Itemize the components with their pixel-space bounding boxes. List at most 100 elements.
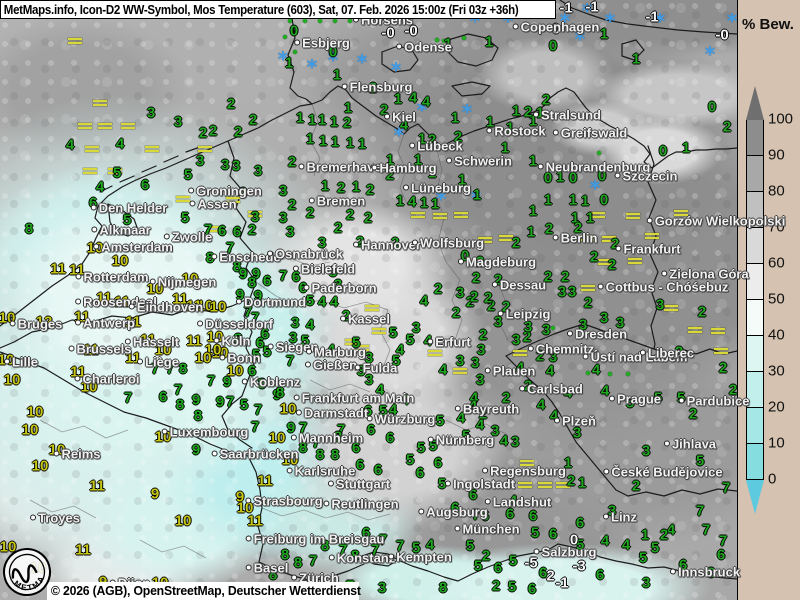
city-marker-icon <box>384 114 390 120</box>
city-label: Antwerp <box>75 316 135 331</box>
city-name: Troyes <box>38 511 80 526</box>
city-label: Frankfurt am Main <box>294 391 415 406</box>
temperature-value: 3 <box>378 580 386 597</box>
temperature-value: 2 <box>452 305 460 322</box>
temperature-value: 3 <box>456 353 464 370</box>
city-marker-icon <box>188 188 194 194</box>
temperature-value: 11 <box>75 542 91 559</box>
temperature-value: 3 <box>511 434 519 451</box>
city-label: Liège <box>137 355 179 370</box>
temperature-value: 7 <box>722 480 730 497</box>
temperature-value: 4 <box>476 417 484 434</box>
temperature-value: 2 <box>482 548 490 565</box>
city-marker-icon <box>554 418 560 424</box>
temperature-value: 4 <box>622 537 630 554</box>
drizzle-symbol-icon <box>318 19 322 23</box>
city-marker-icon <box>294 395 300 401</box>
temperature-value: 11 <box>89 478 105 495</box>
drizzle-symbol-icon <box>333 19 337 23</box>
temperature-value: 10 <box>269 430 286 447</box>
temperature-value: 5 <box>184 167 192 184</box>
city-name: Nürnberg <box>436 433 495 448</box>
city-label: Berlin <box>553 231 598 246</box>
temperature-value: 10 <box>4 372 21 389</box>
temperature-value: 10 <box>112 253 129 270</box>
temperature-value: 2 <box>234 124 242 141</box>
city-marker-icon <box>498 311 504 317</box>
city-name: Antwerp <box>83 316 135 331</box>
city-label: Plzeň <box>554 414 596 429</box>
temperature-value: 6 <box>356 457 364 474</box>
temperature-value: 2 <box>470 289 478 306</box>
city-name: Schwerin <box>454 154 512 169</box>
city-label: Esbjerg <box>294 36 350 51</box>
temperature-value: 4 <box>116 136 124 153</box>
city-label: Assen <box>189 197 236 212</box>
fog-symbol-icon <box>538 482 552 490</box>
city-name: Innsbruck <box>678 565 740 580</box>
colorbar-tick-label: 60 <box>768 255 785 272</box>
drizzle-symbol-icon <box>348 19 352 23</box>
temperature-value: 6 <box>434 455 442 472</box>
city-label: Gießen <box>305 358 357 373</box>
city-label: Lübeck <box>409 139 463 154</box>
city-name: Stralsund <box>541 108 601 123</box>
city-name: Dresden <box>575 327 627 342</box>
temperature-value: 1 <box>473 187 481 204</box>
city-label: Dessau <box>492 278 546 293</box>
city-name: Augsburg <box>426 505 487 520</box>
colorbar-segment <box>747 407 763 443</box>
temperature-value: 1 <box>641 527 649 544</box>
city-name: Jihlava <box>672 437 716 452</box>
fog-symbol-icon <box>664 305 678 313</box>
temperature-value: 1 <box>586 210 594 227</box>
city-name: Carlsbad <box>527 382 583 397</box>
temperature-value: 5 <box>639 550 647 567</box>
map-title: MetMaps.info, Icon-D2 WW-Symbol, Mos Tem… <box>1 2 518 17</box>
weather-map-screenshot: 00-0-01101-1-1-1-01001021121442111112111… <box>0 0 800 600</box>
temperature-value: 2 <box>343 115 351 132</box>
city-marker-icon <box>458 259 464 265</box>
city-label: Dresden <box>567 327 627 342</box>
city-label: Brussels <box>69 342 132 357</box>
city-label: Nijmegen <box>150 275 217 290</box>
temperature-value: 11 <box>50 261 66 278</box>
temperature-value: 3 <box>471 355 479 372</box>
city-marker-icon <box>567 331 573 337</box>
city-label: Erfurt <box>427 335 470 350</box>
city-label: Jihlava <box>664 437 716 452</box>
city-marker-icon <box>583 354 589 360</box>
city-label: Köln <box>214 334 251 349</box>
city-label: Rotterdam <box>75 270 148 285</box>
city-name: München <box>462 522 519 537</box>
city-marker-icon <box>303 285 309 291</box>
city-label: Bonn <box>219 351 260 366</box>
city-name: Liberec <box>648 346 694 361</box>
city-label: Fulda <box>355 361 398 376</box>
fog-symbol-icon <box>93 100 107 108</box>
colorbar-segment <box>747 335 763 371</box>
city-marker-icon <box>296 410 302 416</box>
temperature-value: 3 <box>642 575 650 592</box>
city-marker-icon <box>328 481 334 487</box>
drizzle-symbol-icon <box>597 151 601 155</box>
temperature-value: 3 <box>254 163 262 180</box>
temperature-value: -3 <box>572 558 585 575</box>
temperature-value: 1 <box>330 114 338 131</box>
cloudiness-colorbar <box>746 120 764 480</box>
city-name: Amsterdam <box>101 240 173 255</box>
fog-symbol-icon <box>83 168 97 176</box>
city-label: Amsterdam <box>93 240 173 255</box>
city-name: Plzeň <box>562 414 596 429</box>
temperature-value: 2 <box>288 197 296 214</box>
temperature-value: 9 <box>223 374 231 391</box>
temperature-value: 1 <box>569 192 577 209</box>
city-marker-icon <box>298 164 304 170</box>
city-marker-icon <box>403 185 409 191</box>
temperature-value: 4 <box>396 342 404 359</box>
temperature-value: 3 <box>512 332 520 349</box>
city-marker-icon <box>245 498 251 504</box>
city-marker-icon <box>246 565 252 571</box>
temperature-value: 1 <box>578 475 586 492</box>
city-label: České Budějovice <box>603 465 722 480</box>
